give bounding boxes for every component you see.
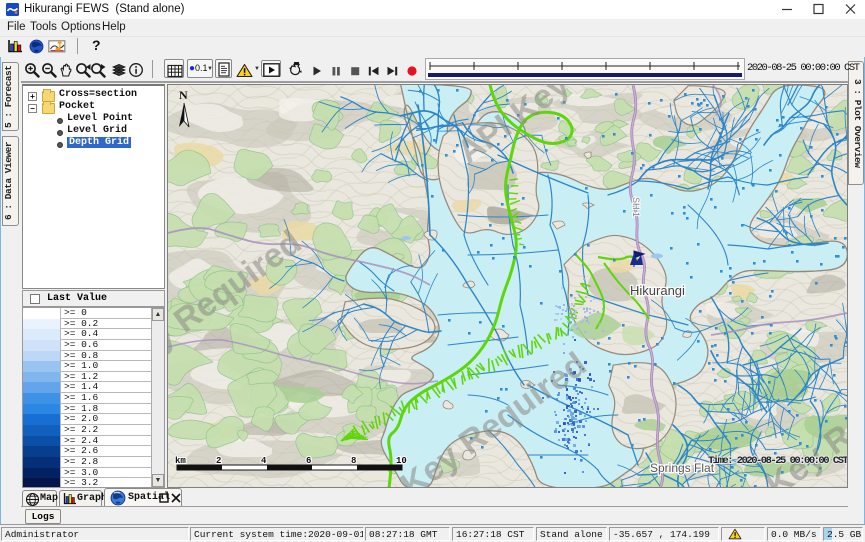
svg-text:N: N [179,88,188,102]
svg-text:Springs Flat: Springs Flat [650,461,715,475]
svg-text:Time: 2020-08-25 00:00:00 CST: Time: 2020-08-25 00:00:00 CST [708,455,847,467]
svg-text:Hikurangi: Hikurangi [630,283,685,298]
svg-text:SH 1: SH 1 [631,197,641,217]
